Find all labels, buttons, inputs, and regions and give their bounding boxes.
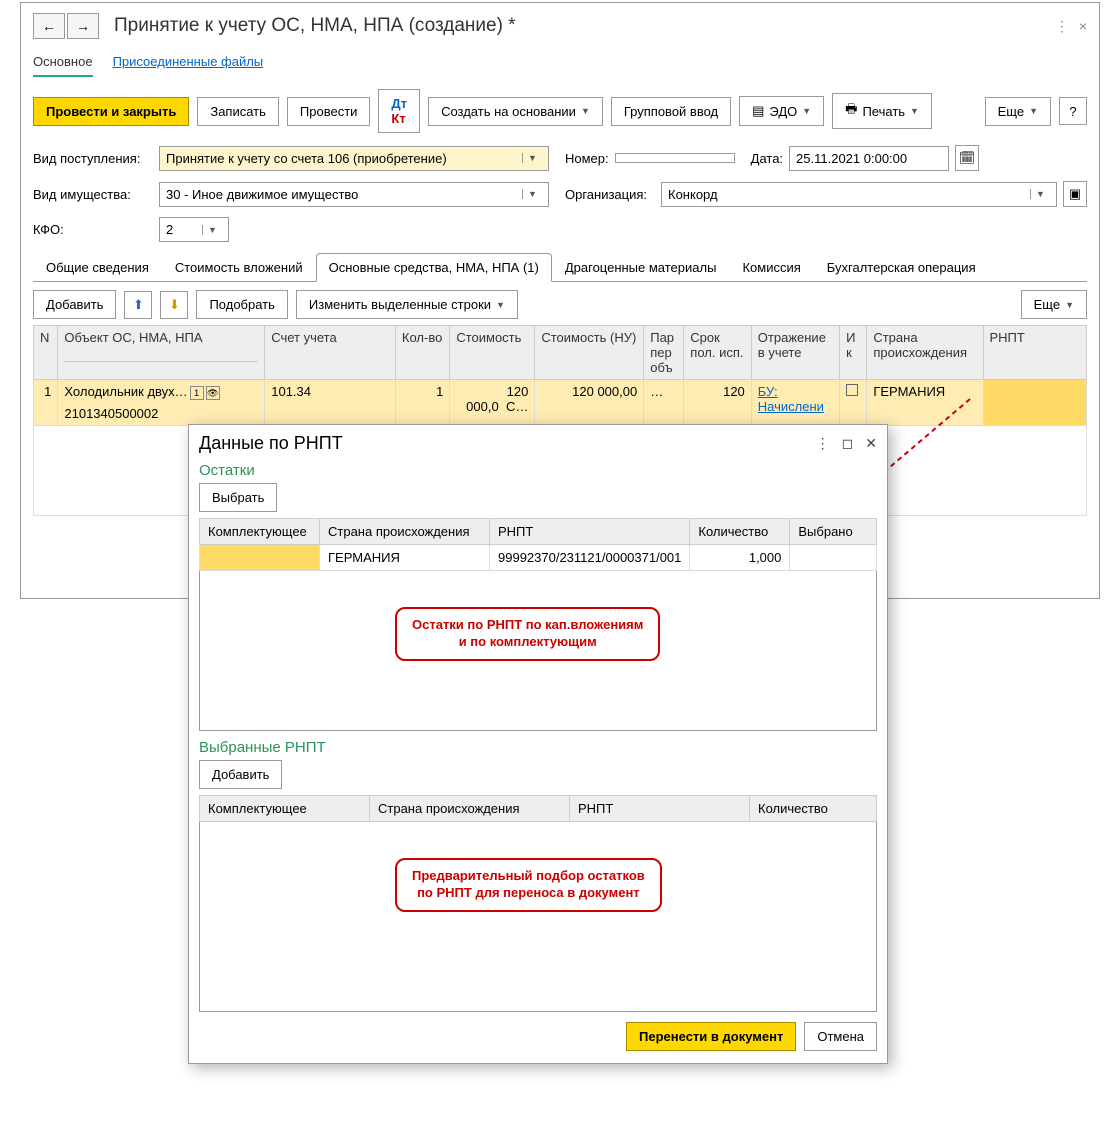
date-field[interactable]: 25.11.2021 0:00:00 [789, 146, 949, 171]
dialog-title: Данные по РНПТ [199, 433, 816, 454]
tab-general[interactable]: Общие сведения [33, 253, 162, 282]
write-button[interactable]: Записать [197, 97, 279, 126]
maximize-icon[interactable]: ◻ [842, 435, 854, 452]
receipt-type-field[interactable]: Принятие к учету со счета 106 (приобрете… [159, 146, 549, 171]
inv-checkbox[interactable] [846, 384, 858, 396]
col-qty[interactable]: Количество [690, 519, 790, 545]
receipt-type-label: Вид поступления: [33, 151, 153, 166]
cancel-button[interactable]: Отмена [804, 1022, 877, 1051]
col-chosen[interactable]: Выбрано [790, 519, 877, 545]
callout-selected: Предварительный подбор остатков по РНПТ … [395, 858, 662, 912]
col-rnpt[interactable]: РНПТ [983, 326, 1087, 380]
select-button[interactable]: Выбрать [199, 483, 277, 512]
col-qty[interactable]: Кол-во [395, 326, 449, 380]
nav-files[interactable]: Присоединенные файлы [113, 54, 264, 77]
pick-button[interactable]: Подобрать [196, 290, 287, 319]
post-and-close-button[interactable]: Провести и закрыть [33, 97, 189, 126]
number-label: Номер: [565, 151, 609, 166]
dtkt-button[interactable]: ДтКт [378, 89, 420, 133]
open-button[interactable]: ▣ [1063, 181, 1087, 207]
add-selected-button[interactable]: Добавить [199, 760, 282, 789]
calendar-icon: 🗓 [959, 150, 976, 166]
print-button[interactable]: 🖶 Печать ▼ [832, 93, 932, 129]
page-title: Принятие к учету ОС, НМА, НПА (создание)… [114, 15, 1055, 37]
org-label: Организация: [565, 187, 655, 202]
chevron-down-icon[interactable]: ▼ [202, 225, 222, 235]
col-cost-nu[interactable]: Стоимость (НУ) [535, 326, 644, 380]
add-row-button[interactable]: Добавить [33, 290, 116, 319]
move-down-button[interactable]: ⬇ [160, 291, 188, 319]
doc-icon[interactable]: 1 [190, 386, 204, 400]
col-qty2[interactable]: Количество [750, 796, 877, 822]
printer-icon: 🖶 [845, 100, 857, 122]
selected-grid[interactable]: Комплектующее Страна происхождения РНПТ … [199, 795, 877, 822]
chevron-down-icon[interactable]: ▼ [522, 153, 542, 163]
create-based-button[interactable]: Создать на основании ▼ [428, 97, 603, 126]
kfo-label: КФО: [33, 222, 153, 237]
edo-button[interactable]: ▤ ЭДО ▼ [739, 96, 824, 126]
col-cost[interactable]: Стоимость [450, 326, 535, 380]
tab-commission[interactable]: Комиссия [729, 253, 813, 282]
change-rows-button[interactable]: Изменить выделенные строки ▼ [296, 290, 518, 319]
tab-precious[interactable]: Драгоценные материалы [552, 253, 730, 282]
col-object[interactable]: Объект ОС, НМА, НПА [58, 326, 265, 380]
org-field[interactable]: Конкорд▼ [661, 182, 1057, 207]
callout-remains: Остатки по РНПТ по кап.вложениям и по ко… [395, 607, 660, 661]
nav-back-button[interactable]: ← [33, 13, 65, 39]
tab-accounting[interactable]: Бухгалтерская операция [814, 253, 989, 282]
eyebrow-icon[interactable]: 👁 [206, 386, 220, 400]
nav-main[interactable]: Основное [33, 54, 93, 77]
transfer-button[interactable]: Перенести в документ [626, 1022, 796, 1051]
kebab-icon[interactable]: ⋮ [816, 435, 830, 452]
chevron-down-icon[interactable]: ▼ [522, 189, 542, 199]
date-label: Дата: [751, 151, 783, 166]
move-up-button[interactable]: ⬆ [124, 291, 152, 319]
tab-os[interactable]: Основные средства, НМА, НПА (1) [316, 253, 552, 282]
nav-forward-button[interactable]: → [67, 13, 99, 39]
col-rnpt2[interactable]: РНПТ [570, 796, 750, 822]
remains-grid[interactable]: Комплектующее Страна происхождения РНПТ … [199, 518, 877, 571]
col-rnpt[interactable]: РНПТ [490, 519, 690, 545]
more-rows-button[interactable]: Еще ▼ [1021, 290, 1087, 319]
tab-investments[interactable]: Стоимость вложений [162, 253, 316, 282]
section-remains: Остатки [199, 462, 877, 479]
reflection-link[interactable]: БУ: Начислени [758, 384, 824, 414]
close-icon[interactable]: ✕ [865, 435, 877, 452]
tabs: Общие сведения Стоимость вложений Основн… [33, 252, 1087, 282]
col-par[interactable]: Пар пер объ [644, 326, 684, 380]
col-n[interactable]: N [34, 326, 58, 380]
post-button[interactable]: Провести [287, 97, 371, 126]
section-selected: Выбранные РНПТ [199, 739, 877, 756]
col-comp2[interactable]: Комплектующее [200, 796, 370, 822]
col-inv[interactable]: И к [840, 326, 867, 380]
chevron-down-icon: ▼ [802, 106, 811, 116]
help-button[interactable]: ? [1059, 97, 1087, 125]
col-country[interactable]: Страна происхождения [320, 519, 490, 545]
rnpt-cell[interactable] [983, 380, 1087, 426]
chevron-down-icon: ▼ [1065, 300, 1074, 310]
group-input-button[interactable]: Групповой ввод [611, 97, 731, 126]
chevron-down-icon[interactable]: ▼ [1030, 189, 1050, 199]
stamp-icon: ▤ [752, 103, 764, 119]
number-field[interactable] [615, 153, 735, 163]
col-refl[interactable]: Отражение в учете [751, 326, 839, 380]
kfo-field[interactable]: 2▼ [159, 217, 229, 242]
more-button[interactable]: Еще ▼ [985, 97, 1051, 126]
col-country[interactable]: Страна происхождения [867, 326, 983, 380]
chevron-down-icon: ▼ [910, 106, 919, 116]
col-account[interactable]: Счет учета [265, 326, 396, 380]
col-term[interactable]: Срок пол. исп. [684, 326, 752, 380]
close-icon[interactable]: × [1079, 18, 1087, 35]
kebab-icon[interactable]: ⋮ [1055, 18, 1069, 35]
col-country2[interactable]: Страна происхождения [370, 796, 570, 822]
table-row[interactable]: ГЕРМАНИЯ 99992370/231121/0000371/001 1,0… [200, 545, 877, 571]
chevron-down-icon: ▼ [581, 106, 590, 116]
chevron-down-icon: ▼ [1029, 106, 1038, 116]
col-comp[interactable]: Комплектующее [200, 519, 320, 545]
prop-type-field[interactable]: 30 - Иное движимое имущество▼ [159, 182, 549, 207]
calendar-button[interactable]: 🗓 [955, 145, 979, 171]
prop-type-label: Вид имущества: [33, 187, 153, 202]
chevron-down-icon: ▼ [496, 300, 505, 310]
rnpt-dialog: Данные по РНПТ ⋮ ◻ ✕ Остатки Выбрать Ком… [188, 424, 888, 1064]
